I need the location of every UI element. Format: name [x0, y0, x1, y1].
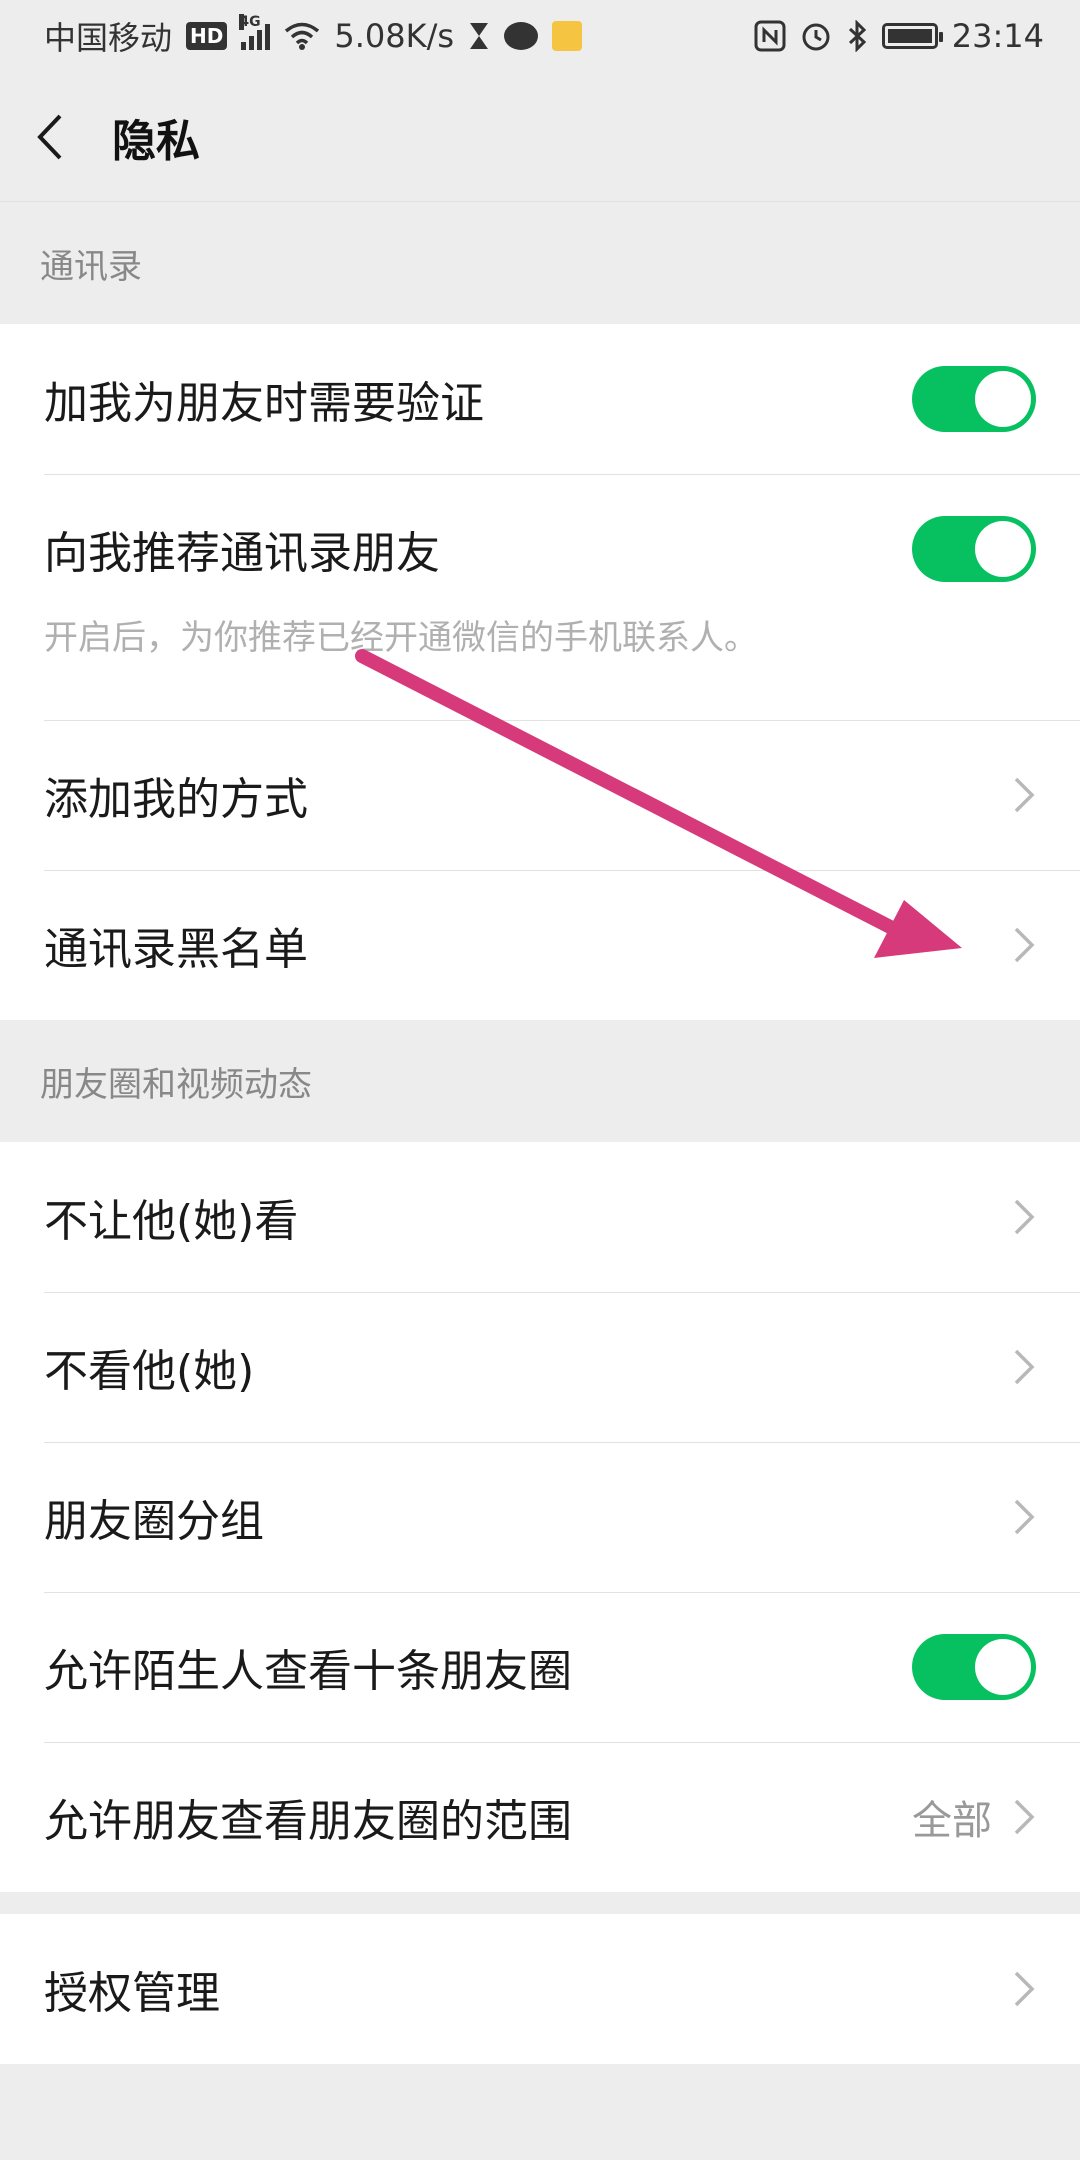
- chevron-right-icon: [1014, 1349, 1035, 1385]
- page-title: 隐私: [112, 115, 200, 167]
- alarm-icon: [802, 23, 830, 51]
- section-header-moments: 朋友圈和视频动态: [40, 1064, 312, 1105]
- row-label: 加我为朋友时需要验证: [44, 378, 484, 429]
- status-bar: 中国移动 HD 4G 5.08K/s 23:14: [0, 0, 1080, 72]
- chevron-right-icon: [1014, 1499, 1035, 1535]
- clock: 23:14: [951, 17, 1044, 55]
- wifi-icon: [285, 22, 320, 50]
- row-strangers-ten-posts: 允许陌生人查看十条朋友圈: [0, 1592, 1080, 1742]
- chevron-right-icon: [1014, 1971, 1035, 2007]
- chevron-right-icon: [1014, 1799, 1035, 1835]
- row-moments-groups[interactable]: 朋友圈分组: [0, 1442, 1080, 1592]
- hourglass-icon: [470, 23, 489, 49]
- bluetooth-icon: [848, 20, 866, 52]
- carrier-label: 中国移动: [44, 19, 173, 57]
- row-auth-management[interactable]: 授权管理: [0, 1914, 1080, 2064]
- row-label: 允许朋友查看朋友圈的范围: [44, 1796, 572, 1847]
- row-label: 不让他(她)看: [44, 1196, 299, 1247]
- row-moments-range[interactable]: 允许朋友查看朋友圈的范围 全部: [0, 1742, 1080, 1892]
- hd-icon: HD: [186, 22, 228, 50]
- net-speed: 5.08K/s: [334, 17, 455, 55]
- signal-icon: 4G: [239, 14, 271, 50]
- section-gap: [0, 1892, 1080, 1914]
- row-contacts-blacklist[interactable]: 通讯录黑名单: [0, 870, 1080, 1020]
- battery-icon: [881, 23, 943, 49]
- row-value: 全部: [912, 1798, 992, 1844]
- news-icon: [552, 21, 583, 51]
- row-label: 通讯录黑名单: [44, 924, 308, 975]
- row-hide-from[interactable]: 不让他(她)看: [0, 1142, 1080, 1292]
- row-label: 不看他(她): [44, 1346, 255, 1397]
- strangers-ten-posts-toggle[interactable]: [912, 1634, 1036, 1700]
- status-left: 中国移动 HD 4G 5.08K/s: [44, 13, 583, 59]
- chevron-left-icon: [37, 114, 62, 159]
- row-label: 允许陌生人查看十条朋友圈: [44, 1646, 572, 1697]
- row-label: 添加我的方式: [44, 774, 308, 825]
- section-header-contacts: 通讯录: [40, 246, 142, 287]
- navigation-bar: 隐私: [0, 72, 1080, 202]
- chevron-right-icon: [1014, 927, 1035, 963]
- row-friend-verification: 加我为朋友时需要验证: [0, 324, 1080, 474]
- row-description: 开启后，为你推荐已经开通微信的手机联系人。: [44, 618, 758, 658]
- row-label: 授权管理: [44, 1968, 220, 2019]
- row-add-methods[interactable]: 添加我的方式: [0, 720, 1080, 870]
- row-label: 向我推荐通讯录朋友: [44, 528, 440, 579]
- row-label: 朋友圈分组: [44, 1496, 264, 1547]
- network-type-label: 4G: [239, 14, 261, 30]
- chevron-right-icon: [1014, 777, 1035, 813]
- status-right: 23:14: [754, 17, 1044, 55]
- chevron-right-icon: [1014, 1199, 1035, 1235]
- contacts-group: 加我为朋友时需要验证 向我推荐通讯录朋友 开启后，为你推荐已经开通微信的手机联系…: [0, 324, 1080, 1020]
- friend-verification-toggle[interactable]: [912, 366, 1036, 432]
- row-dont-see[interactable]: 不看他(她): [0, 1292, 1080, 1442]
- recommend-contacts-toggle[interactable]: [912, 516, 1036, 582]
- chat-icon: [504, 22, 539, 50]
- moments-group: 不让他(她)看 不看他(她) 朋友圈分组 允许陌生人查看十条朋友圈 允许朋友查看…: [0, 1142, 1080, 1892]
- auth-group: 授权管理: [0, 1914, 1080, 2064]
- row-recommend-contacts: 向我推荐通讯录朋友 开启后，为你推荐已经开通微信的手机联系人。: [0, 474, 1080, 720]
- back-button[interactable]: [36, 107, 86, 167]
- nfc-icon: [754, 20, 786, 52]
